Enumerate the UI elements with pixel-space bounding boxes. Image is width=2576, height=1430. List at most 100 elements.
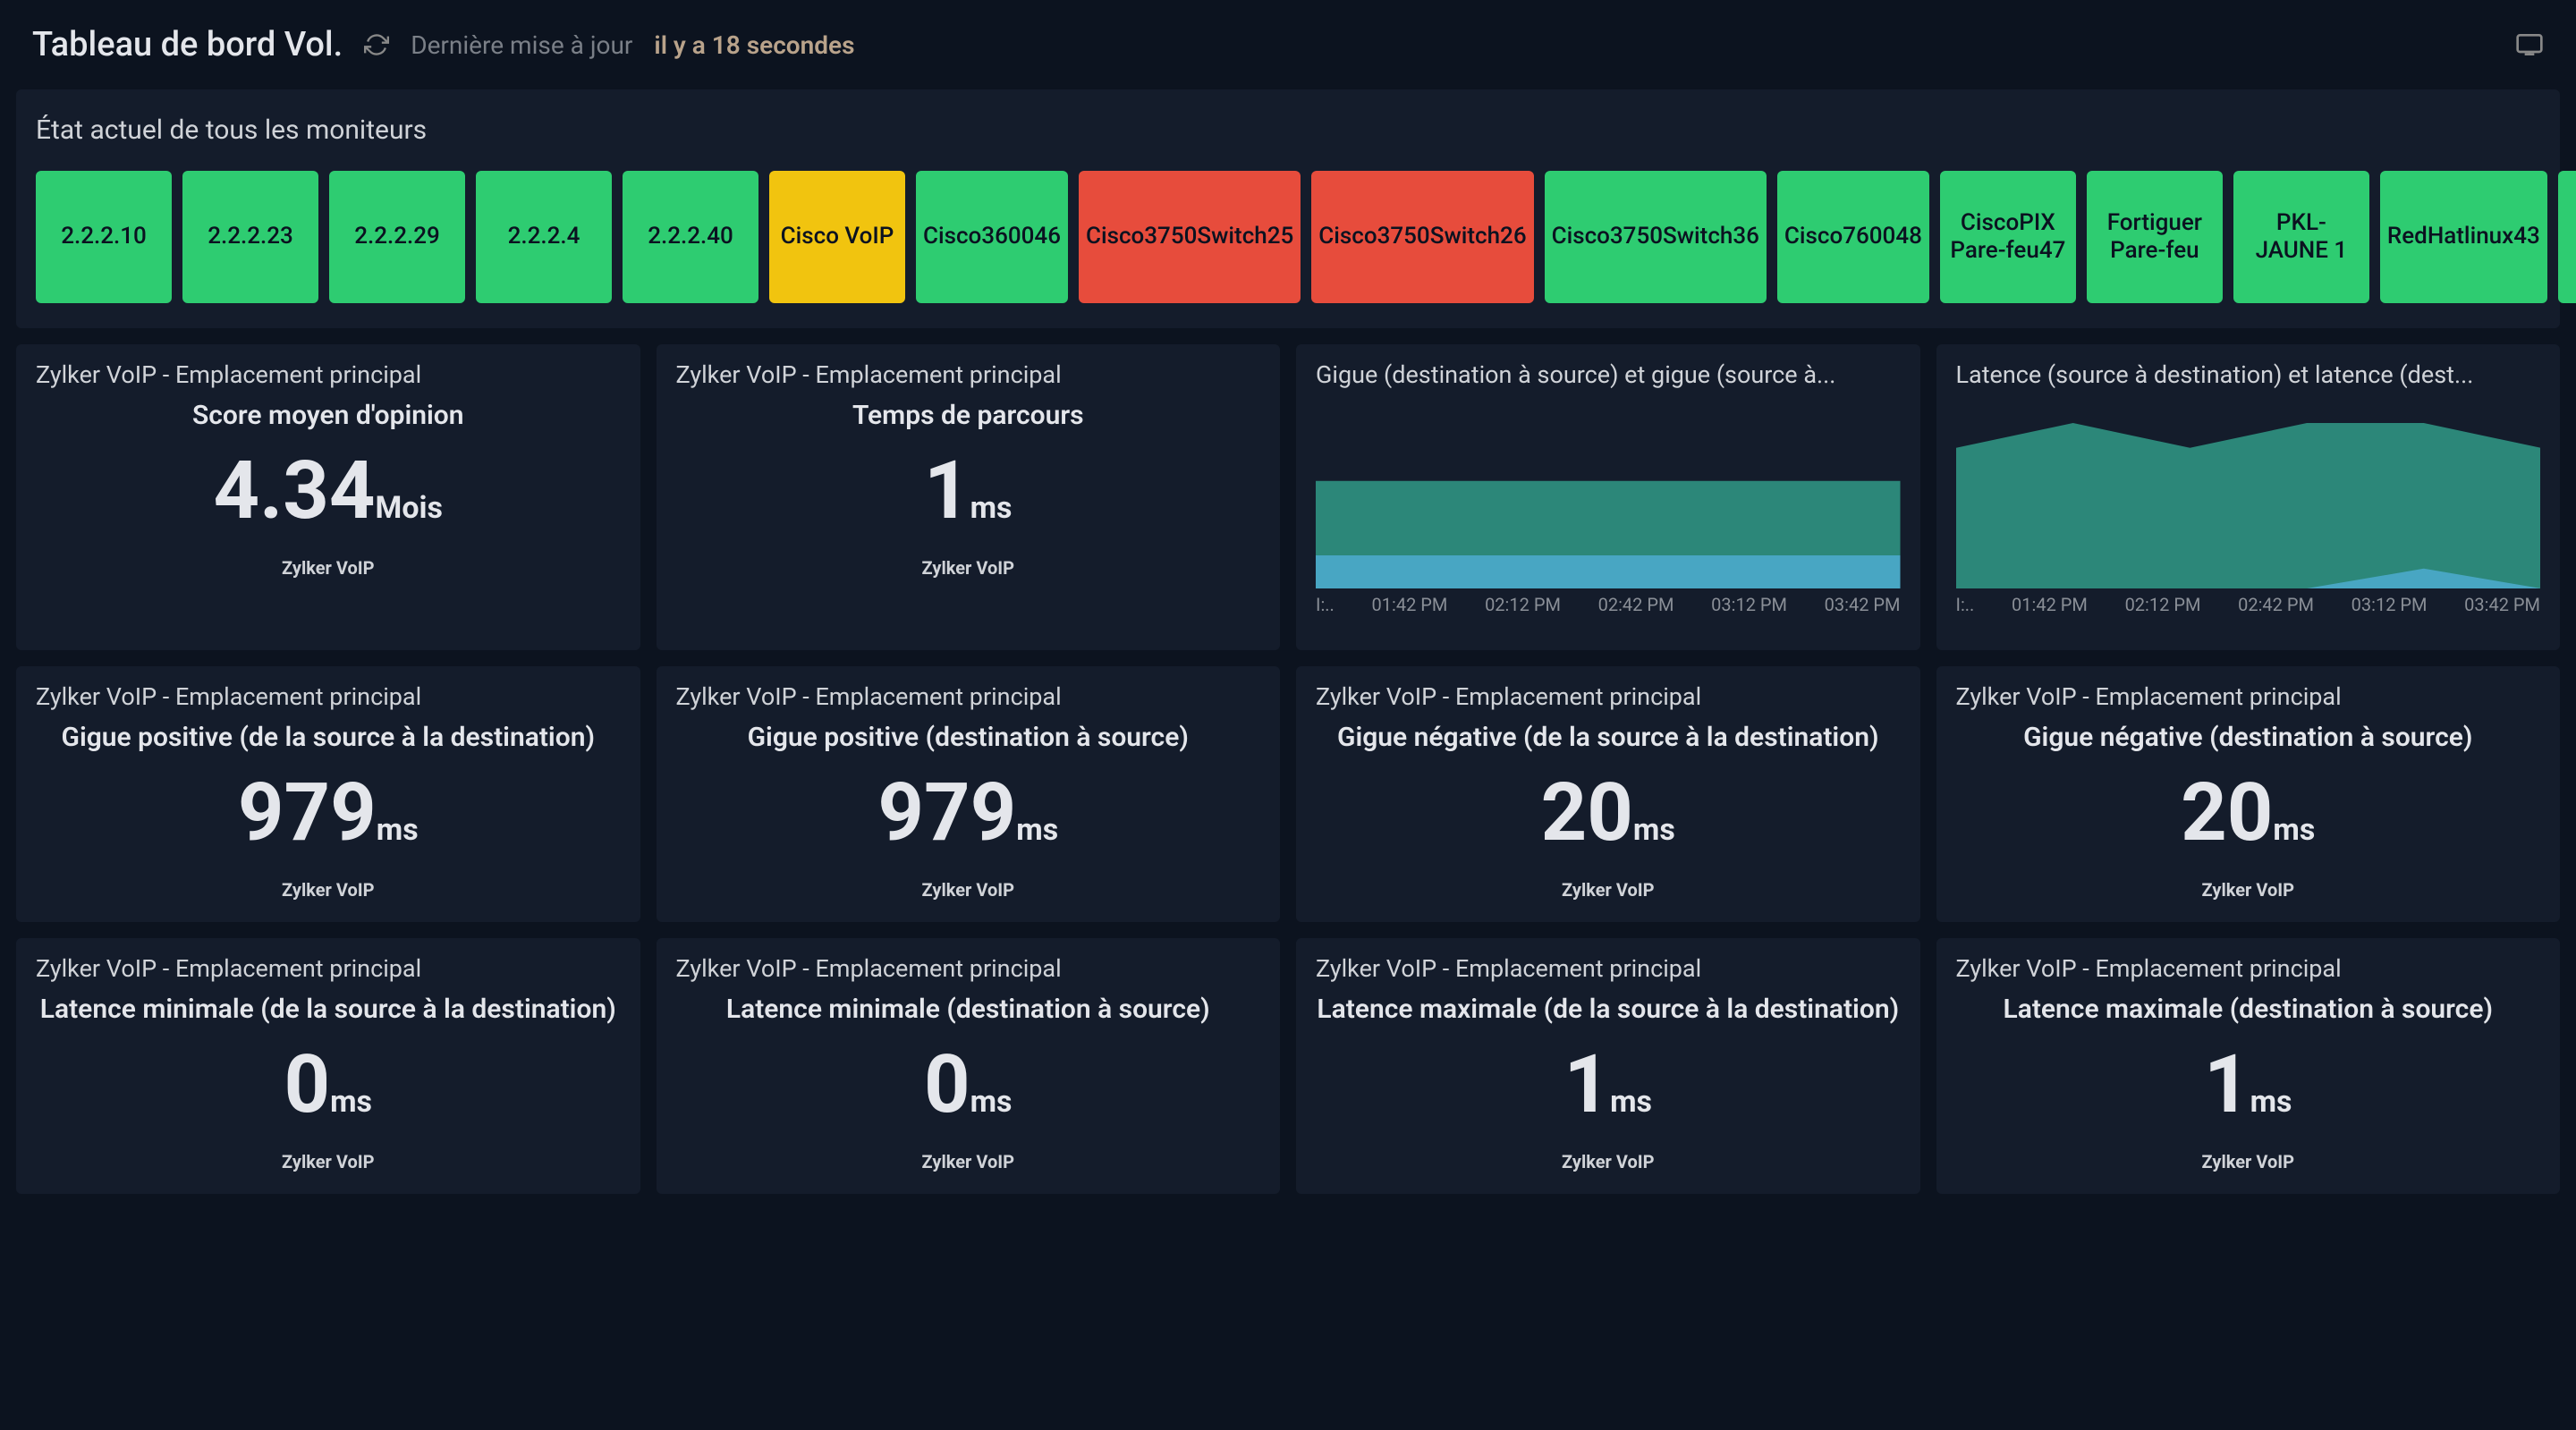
- card-subtitle: Gigue positive (destination à source): [676, 722, 1261, 753]
- monitor-tile[interactable]: Cisco VoIP: [769, 171, 905, 303]
- metric-source: Zylker VoIP: [676, 1151, 1261, 1172]
- axis-tick: I:..: [1956, 594, 1975, 615]
- monitor-tile[interactable]: RedHatlinux43: [2380, 171, 2547, 303]
- axis-tick: 03:12 PM: [1711, 594, 1787, 615]
- metric-value: 1: [924, 444, 970, 537]
- card-subtitle: Latence maximale (destination à source): [1956, 994, 2541, 1025]
- axis-tick: 02:42 PM: [1598, 594, 1674, 615]
- metric-value-wrap: 0ms: [36, 1037, 621, 1131]
- metric-source: Zylker VoIP: [36, 557, 621, 579]
- monitor-tile[interactable]: 2.2.2.4: [476, 171, 612, 303]
- metric-card: Zylker VoIP - Emplacement principal Temp…: [657, 344, 1281, 650]
- metric-card: Zylker VoIP - Emplacement principal Gigue…: [1936, 666, 2561, 922]
- card-subtitle: Temps de parcours: [676, 400, 1261, 431]
- last-update-label: Dernière mise à jour: [411, 30, 632, 60]
- metric-value: 4.34: [214, 444, 376, 537]
- monitor-tile[interactable]: Cisco3750Switch26: [1311, 171, 1533, 303]
- card-title: Zylker VoIP - Emplacement principal: [1316, 954, 1901, 983]
- row-3: Zylker VoIP - Emplacement principal Laten…: [16, 938, 2560, 1194]
- refresh-icon[interactable]: [364, 32, 389, 57]
- card-title: Latence (source à destination) et latenc…: [1956, 360, 2541, 389]
- axis-tick: 03:42 PM: [1825, 594, 1901, 615]
- row-1: Zylker VoIP - Emplacement principal Scor…: [16, 344, 2560, 650]
- monitor-tile[interactable]: 2.2.2.10: [36, 171, 172, 303]
- metric-unit: ms: [1016, 812, 1058, 848]
- card-title: Zylker VoIP - Emplacement principal: [1956, 954, 2541, 983]
- monitors-section-title: État actuel de tous les moniteurs: [36, 114, 2540, 146]
- metric-source: Zylker VoIP: [36, 879, 621, 901]
- metric-card: Zylker VoIP - Emplacement principal Gigue…: [16, 666, 640, 922]
- metric-value-wrap: 20ms: [1316, 766, 1901, 859]
- card-title: Zylker VoIP - Emplacement principal: [676, 682, 1261, 711]
- monitor-tile[interactable]: Cisco760048: [1777, 171, 1929, 303]
- metric-value-wrap: 20ms: [1956, 766, 2541, 859]
- card-subtitle: Gigue négative (destination à source): [1956, 722, 2541, 753]
- metric-unit: ms: [2250, 1084, 2292, 1120]
- metric-card: Zylker VoIP - Emplacement principal Scor…: [16, 344, 640, 650]
- metric-card: Zylker VoIP - Emplacement principal Gigue…: [657, 666, 1281, 922]
- card-subtitle: Gigue positive (de la source à la destin…: [36, 722, 621, 753]
- metric-value-wrap: 1ms: [1956, 1037, 2541, 1131]
- monitor-tile[interactable]: Fortiguer Pare-feu: [2087, 171, 2223, 303]
- metric-card: Zylker VoIP - Emplacement principal Laten…: [1296, 938, 1920, 1194]
- metric-source: Zylker VoIP: [676, 879, 1261, 901]
- card-title: Zylker VoIP - Emplacement principal: [1956, 682, 2541, 711]
- monitor-tile[interactable]: 2.2.2.23: [182, 171, 318, 303]
- card-title: Gigue (destination à source) et gigue (s…: [1316, 360, 1901, 389]
- metric-source: Zylker VoIP: [1956, 879, 2541, 901]
- metric-value: 979: [877, 766, 1016, 859]
- metric-card: Zylker VoIP - Emplacement principal Laten…: [657, 938, 1281, 1194]
- metric-unit: ms: [377, 812, 419, 848]
- monitor-tile[interactable]: Source Moniteur: [2558, 171, 2576, 303]
- metric-value-wrap: 979ms: [676, 766, 1261, 859]
- metric-unit: ms: [2273, 812, 2315, 848]
- chart: I:..01:42 PM02:12 PM02:42 PM03:12 PM03:4…: [1956, 423, 2541, 629]
- metric-value-wrap: 979ms: [36, 766, 621, 859]
- metric-card: Zylker VoIP - Emplacement principal Gigue…: [1296, 666, 1920, 922]
- card-title: Zylker VoIP - Emplacement principal: [1316, 682, 1901, 711]
- card-subtitle: Latence minimale (de la source à la dest…: [36, 994, 621, 1025]
- card-subtitle: Gigue négative (de la source à la destin…: [1316, 722, 1901, 753]
- monitor-tile[interactable]: Cisco3750Switch36: [1545, 171, 1767, 303]
- metric-value-wrap: 4.34Mois: [36, 444, 621, 537]
- metric-source: Zylker VoIP: [676, 557, 1261, 579]
- monitor-tile[interactable]: Cisco360046: [916, 171, 1068, 303]
- metric-card: Zylker VoIP - Emplacement principal Laten…: [1936, 938, 2561, 1194]
- axis-tick: 02:42 PM: [2238, 594, 2314, 615]
- axis-tick: 03:42 PM: [2464, 594, 2540, 615]
- metric-value: 979: [238, 766, 377, 859]
- monitor-tile[interactable]: PKL-JAUNE 1: [2233, 171, 2369, 303]
- metric-unit: ms: [330, 1084, 372, 1120]
- monitors-tiles: 2.2.2.102.2.2.232.2.2.292.2.2.42.2.2.40C…: [36, 171, 2540, 303]
- metric-value: 1: [2204, 1037, 2250, 1131]
- monitor-tile[interactable]: 2.2.2.29: [329, 171, 465, 303]
- metric-value-wrap: 1ms: [676, 444, 1261, 537]
- chart-card-latency: Latence (source à destination) et latenc…: [1936, 344, 2561, 650]
- monitors-panel: État actuel de tous les moniteurs 2.2.2.…: [16, 89, 2560, 328]
- card-title: Zylker VoIP - Emplacement principal: [676, 954, 1261, 983]
- axis-tick: 01:42 PM: [1372, 594, 1448, 615]
- metric-value-wrap: 1ms: [1316, 1037, 1901, 1131]
- monitor-tile[interactable]: CiscoPIX Pare-feu47: [1940, 171, 2076, 303]
- metric-value-wrap: 0ms: [676, 1037, 1261, 1131]
- card-title: Zylker VoIP - Emplacement principal: [36, 954, 621, 983]
- metric-unit: ms: [1610, 1084, 1652, 1120]
- axis-tick: I:..: [1316, 594, 1335, 615]
- metric-source: Zylker VoIP: [1956, 1151, 2541, 1172]
- metric-unit: ms: [970, 1084, 1013, 1120]
- card-title: Zylker VoIP - Emplacement principal: [36, 682, 621, 711]
- monitor-tile[interactable]: 2.2.2.40: [623, 171, 758, 303]
- card-subtitle: Latence maximale (de la source à la dest…: [1316, 994, 1901, 1025]
- card-subtitle: Score moyen d'opinion: [36, 400, 621, 431]
- metric-source: Zylker VoIP: [1316, 1151, 1901, 1172]
- metric-unit: ms: [970, 490, 1013, 526]
- metric-value: 0: [924, 1037, 970, 1131]
- card-subtitle: Latence minimale (destination à source): [676, 994, 1261, 1025]
- metric-card: Zylker VoIP - Emplacement principal Laten…: [16, 938, 640, 1194]
- metric-unit: ms: [1633, 812, 1675, 848]
- metric-source: Zylker VoIP: [1316, 879, 1901, 901]
- metric-value: 1: [1563, 1037, 1610, 1131]
- monitor-tile[interactable]: Cisco3750Switch25: [1079, 171, 1301, 303]
- metric-unit: Mois: [376, 490, 443, 526]
- export-icon[interactable]: [2515, 30, 2544, 59]
